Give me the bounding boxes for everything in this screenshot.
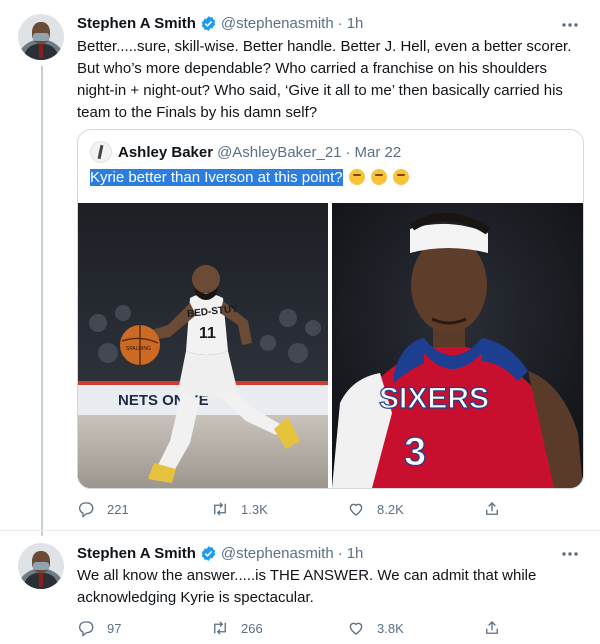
avatar[interactable] xyxy=(18,543,64,589)
author-name[interactable]: Stephen A Smith xyxy=(77,545,196,562)
separator: · xyxy=(337,14,343,32)
like-button[interactable]: 8.2K xyxy=(347,497,404,521)
thinking-face-icon xyxy=(348,169,365,185)
share-button[interactable] xyxy=(483,616,513,640)
reply-button[interactable]: 97 xyxy=(77,616,121,640)
jersey-number: 11 xyxy=(199,325,216,342)
heart-icon xyxy=(349,622,363,635)
more-options-icon[interactable] xyxy=(560,20,580,30)
tweet[interactable]: Stephen A Smith @stephenasmith · 1h We a… xyxy=(0,530,600,644)
share-icon xyxy=(486,502,498,515)
quoted-avatar xyxy=(90,141,112,163)
author-name[interactable]: Stephen A Smith xyxy=(77,15,196,32)
share-icon xyxy=(486,621,498,634)
reply-count: 97 xyxy=(107,620,122,636)
quoted-tweet[interactable]: Ashley Baker @AshleyBaker_21 · Mar 22 Ky… xyxy=(77,129,584,489)
iverson-photo: SIXERS 3 xyxy=(332,203,583,488)
jersey-text: SIXERS xyxy=(379,382,489,415)
avatar[interactable] xyxy=(18,14,64,60)
retweet-count: 1.3K xyxy=(241,501,268,517)
thinking-face-icon xyxy=(371,169,387,185)
retweet-icon xyxy=(214,621,226,635)
tweet[interactable]: Stephen A Smith @stephenasmith · 1h Bett… xyxy=(0,0,600,536)
timestamp[interactable]: 1h xyxy=(347,15,364,32)
reply-count: 221 xyxy=(107,501,129,517)
author-handle[interactable]: @stephenasmith xyxy=(221,15,334,32)
timestamp[interactable]: 1h xyxy=(347,545,364,562)
tweet-header: Stephen A Smith @stephenasmith · 1h xyxy=(77,543,363,563)
verified-badge-icon xyxy=(201,15,216,31)
retweet-count: 266 xyxy=(241,620,263,636)
quoted-image-right[interactable]: SIXERS 3 xyxy=(332,203,583,488)
like-count: 8.2K xyxy=(377,501,404,517)
quoted-tweet-header: Ashley Baker @AshleyBaker_21 · Mar 22 xyxy=(90,141,401,163)
quoted-author-handle: @AshleyBaker_21 xyxy=(217,143,342,161)
kyrie-photo: NETS ON YE SPALDING BED-STUY 11 xyxy=(78,203,328,488)
quoted-text: Kyrie better than Iverson at this point? xyxy=(90,169,343,186)
jersey-number: 3 xyxy=(404,430,426,474)
like-count: 3.8K xyxy=(377,620,404,636)
quoted-timestamp: Mar 22 xyxy=(354,143,402,161)
quoted-text-row: Kyrie better than Iverson at this point? xyxy=(90,167,410,189)
verified-badge-icon xyxy=(201,545,216,561)
tweet-header: Stephen A Smith @stephenasmith · 1h xyxy=(77,13,363,33)
tweet-text: Better.....sure, skill-wise. Better hand… xyxy=(77,38,572,121)
like-button[interactable]: 3.8K xyxy=(347,616,404,640)
heart-icon xyxy=(349,503,363,516)
author-handle[interactable]: @stephenasmith xyxy=(221,545,334,562)
separator: · xyxy=(337,544,343,562)
thinking-face-icon xyxy=(393,169,410,185)
quoted-author-name: Ashley Baker xyxy=(118,143,214,161)
retweet-button[interactable]: 266 xyxy=(211,616,263,640)
more-options-icon[interactable] xyxy=(560,549,580,559)
reply-icon xyxy=(79,502,94,518)
reply-icon xyxy=(79,621,94,637)
tweet-actions: 221 1.3K 8.2K xyxy=(77,497,527,521)
separator: · xyxy=(345,143,351,161)
ball-text: SPALDING xyxy=(126,346,151,352)
reply-button[interactable]: 221 xyxy=(77,497,129,521)
tweet-text: We all know the answer.....is THE ANSWER… xyxy=(77,567,537,606)
quoted-image-left[interactable]: NETS ON YE SPALDING BED-STUY 11 xyxy=(78,203,328,488)
tweet-actions: 97 266 3.8K xyxy=(77,616,527,640)
thread-line xyxy=(41,66,43,536)
share-button[interactable] xyxy=(483,497,513,521)
retweet-icon xyxy=(214,502,226,516)
retweet-button[interactable]: 1.3K xyxy=(211,497,268,521)
